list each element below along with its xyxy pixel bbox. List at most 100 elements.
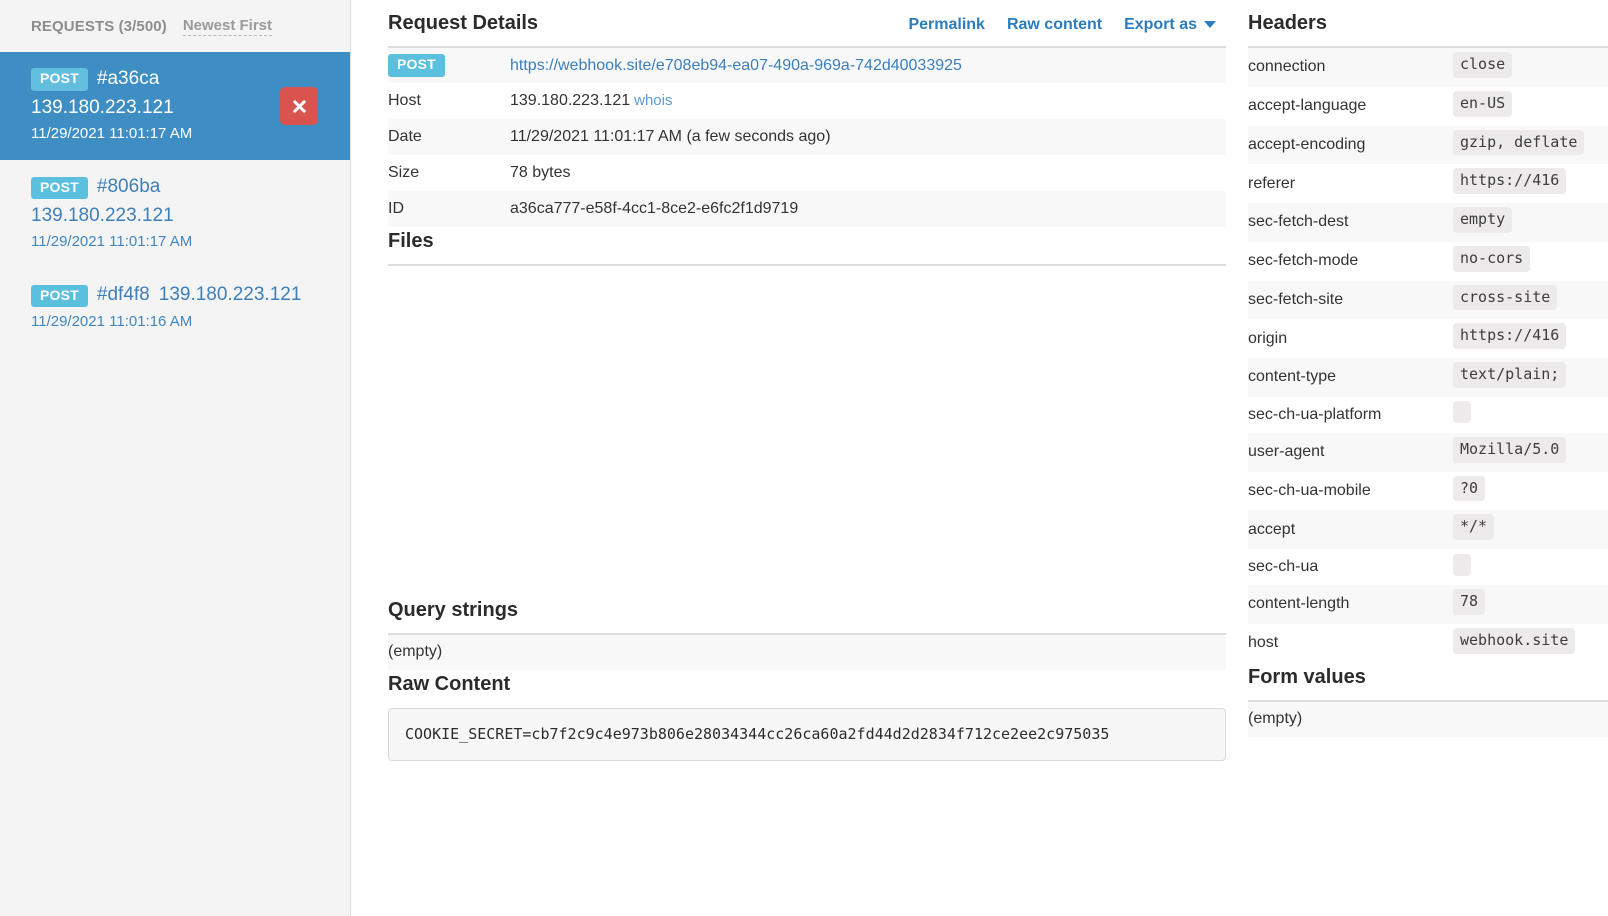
header-value-cell: empty bbox=[1453, 203, 1608, 242]
header-key: sec-ch-ua-mobile bbox=[1248, 481, 1371, 499]
header-key: host bbox=[1248, 634, 1279, 652]
chevron-down-icon bbox=[1204, 21, 1216, 29]
header-key: accept-language bbox=[1248, 97, 1367, 115]
sidebar-header: REQUESTS (3/500) Newest First bbox=[0, 0, 350, 52]
method-badge: POST bbox=[31, 68, 88, 91]
table-row: referer https://416 bbox=[1248, 164, 1608, 203]
request-timestamp: 11/29/2021 11:01:16 AM bbox=[31, 313, 193, 331]
row-value-host: 139.180.223.121 whois bbox=[510, 83, 1226, 119]
header-value: text/plain; bbox=[1453, 362, 1567, 388]
header-value-cell: gzip, deflate bbox=[1453, 126, 1608, 165]
request-host: 139.180.223.121 bbox=[158, 284, 302, 306]
table-row: Host 139.180.223.121 whois bbox=[388, 83, 1226, 119]
table-row: sec-fetch-dest empty bbox=[1248, 203, 1608, 242]
query-strings-empty: (empty) bbox=[388, 633, 1226, 670]
header-value: en-US bbox=[1453, 90, 1513, 117]
export-as-dropdown[interactable]: Export as bbox=[1124, 16, 1216, 34]
header-value-cell: Mozilla/5.0 bbox=[1453, 433, 1608, 472]
header-key: sec-fetch-site bbox=[1248, 290, 1344, 308]
request-details-column: Request Details Permalink Raw content Ex… bbox=[388, 9, 1248, 916]
request-url-link[interactable]: https://webhook.site/e708eb94-ea07-490a-… bbox=[510, 57, 962, 74]
header-key: connection bbox=[1248, 58, 1326, 76]
header-value: Mozilla/5.0 bbox=[1453, 436, 1567, 463]
table-row: ID a36ca777-e58f-4cc1-8ce2-e6fc2f1d9719 bbox=[388, 191, 1226, 227]
headers-column: Headers connection close accept-language e… bbox=[1248, 9, 1608, 916]
row-key-id: ID bbox=[388, 200, 404, 217]
header-value-cell: no-cors bbox=[1453, 242, 1608, 281]
header-value: empty bbox=[1453, 207, 1513, 233]
query-strings-section-title: Query strings bbox=[388, 599, 519, 621]
header-key: referer bbox=[1248, 174, 1296, 192]
form-values-empty: (empty) bbox=[1248, 699, 1608, 737]
table-row: host webhook.site bbox=[1248, 623, 1608, 663]
header-key: content-length bbox=[1248, 595, 1350, 613]
header-value-cell: text/plain; bbox=[1453, 358, 1608, 397]
request-list-item-a36ca[interactable]: POST #a36ca 139.180.223.121 11/29/2021 1… bbox=[0, 52, 350, 161]
host-value: 139.180.223.121 bbox=[510, 92, 631, 109]
header-value: webhook.site bbox=[1453, 627, 1576, 654]
method-badge: POST bbox=[31, 284, 88, 308]
request-list-item-806ba[interactable]: POST #806ba 139.180.223.121 11/29/2021 1… bbox=[0, 160, 350, 268]
export-as-label: Export as bbox=[1124, 16, 1197, 33]
header-value: */* bbox=[1453, 514, 1495, 540]
details-actions: Permalink Raw content Export as bbox=[908, 16, 1216, 34]
table-row: sec-fetch-site cross-site bbox=[1248, 280, 1608, 320]
request-timestamp: 11/29/2021 11:01:17 AM bbox=[31, 233, 193, 251]
header-value: close bbox=[1453, 52, 1513, 78]
header-key: sec-fetch-mode bbox=[1248, 252, 1359, 270]
header-value-cell bbox=[1453, 397, 1608, 433]
header-value bbox=[1453, 553, 1471, 576]
header-value: https://416 bbox=[1453, 323, 1567, 349]
table-row: connection close bbox=[1248, 47, 1608, 87]
row-value-size: 78 bytes bbox=[510, 164, 571, 181]
header-key: content-type bbox=[1248, 368, 1337, 386]
delete-request-button[interactable] bbox=[280, 87, 318, 126]
table-row: sec-fetch-mode no-cors bbox=[1248, 241, 1608, 281]
header-value-cell: close bbox=[1453, 47, 1608, 87]
whois-link[interactable]: whois bbox=[634, 92, 672, 109]
header-value-cell: 78 bbox=[1453, 585, 1608, 624]
header-key: sec-ch-ua bbox=[1248, 558, 1319, 575]
row-key-size: Size bbox=[388, 164, 420, 181]
files-content bbox=[388, 266, 1226, 596]
table-row: Date 11/29/2021 11:01:17 AM (a few secon… bbox=[388, 119, 1226, 155]
table-row: user-agent Mozilla/5.0 bbox=[1248, 432, 1608, 472]
table-row: sec-ch-ua-mobile ?0 bbox=[1248, 471, 1608, 511]
header-value: ?0 bbox=[1453, 475, 1486, 502]
sort-order-toggle[interactable]: Newest First bbox=[182, 17, 273, 36]
header-value: no-cors bbox=[1453, 245, 1531, 272]
raw-content-body: COOKIE_SECRET=cb7f2c9c4e973b806e28034344… bbox=[388, 708, 1226, 761]
files-section-title: Files bbox=[388, 230, 434, 252]
headers-table: connection close accept-language en-US acc… bbox=[1248, 46, 1608, 663]
header-value-cell: */* bbox=[1453, 510, 1608, 549]
header-value-cell: en-US bbox=[1453, 87, 1608, 126]
table-row: content-length 78 bbox=[1248, 585, 1608, 624]
url-cell: https://webhook.site/e708eb94-ea07-490a-… bbox=[510, 47, 1226, 83]
table-row: accept-language en-US bbox=[1248, 86, 1608, 126]
headers-section-title: Headers bbox=[1248, 12, 1327, 34]
request-short-id: #df4f8 bbox=[96, 284, 150, 306]
header-value: 78 bbox=[1453, 589, 1486, 615]
raw-content-link[interactable]: Raw content bbox=[1007, 16, 1102, 34]
request-list-item-df4f8[interactable]: POST #df4f8 139.180.223.121 11/29/2021 1… bbox=[0, 268, 350, 368]
header-value-cell: https://416 bbox=[1453, 164, 1608, 203]
header-value bbox=[1453, 401, 1471, 424]
row-key-date: Date bbox=[388, 128, 422, 145]
table-row: Size 78 bytes bbox=[388, 155, 1226, 191]
form-values-section-title: Form values bbox=[1248, 665, 1366, 688]
header-value-cell: ?0 bbox=[1453, 472, 1608, 511]
request-timestamp: 11/29/2021 11:01:17 AM bbox=[31, 124, 193, 142]
header-key: sec-ch-ua-platform bbox=[1248, 405, 1382, 423]
table-row: sec-ch-ua-platform bbox=[1248, 396, 1608, 433]
header-key: origin bbox=[1248, 329, 1288, 347]
header-value-cell: cross-site bbox=[1453, 281, 1608, 320]
table-row: accept */* bbox=[1248, 510, 1608, 549]
header-key: user-agent bbox=[1248, 443, 1325, 461]
permalink-link[interactable]: Permalink bbox=[908, 16, 984, 34]
request-short-id: #806ba bbox=[96, 176, 161, 198]
header-key: accept bbox=[1248, 520, 1296, 538]
header-value: gzip, deflate bbox=[1453, 129, 1585, 156]
method-badge: POST bbox=[31, 176, 88, 199]
main-content: Request Details Permalink Raw content Ex… bbox=[351, 0, 1608, 916]
method-cell: POST bbox=[388, 47, 510, 83]
